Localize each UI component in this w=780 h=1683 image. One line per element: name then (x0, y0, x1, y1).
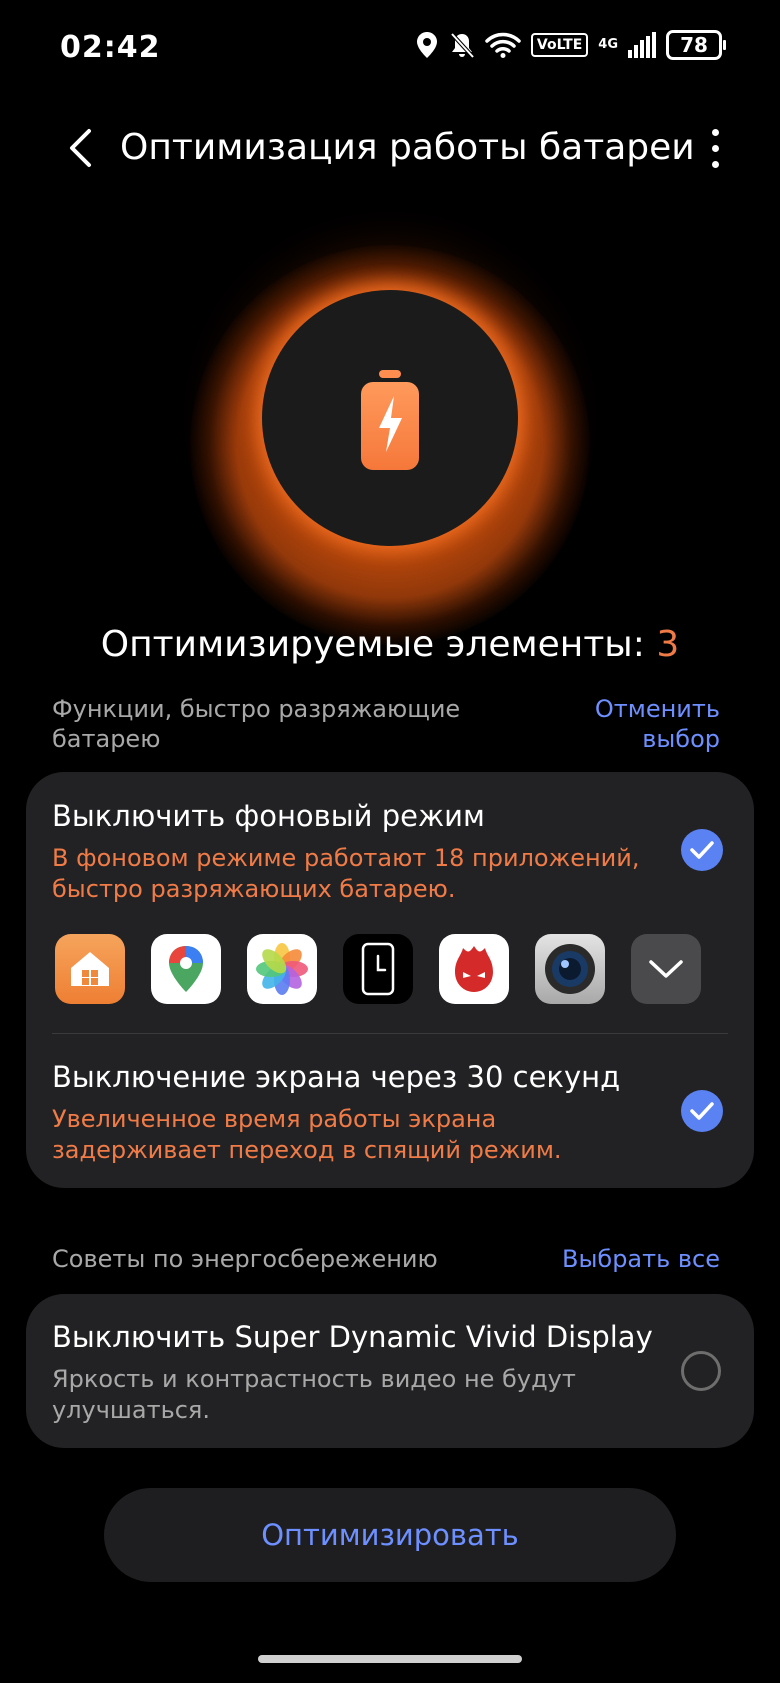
optimizable-count-label: Оптимизируемые элементы: (100, 624, 657, 665)
item-title-screen-timeout: Выключение экрана через 30 секунд (52, 1060, 621, 1094)
check-icon (690, 1102, 714, 1120)
antutu-app-icon[interactable] (439, 934, 509, 1004)
battery-level: 78 (680, 33, 708, 57)
expand-apps-icon[interactable] (631, 934, 701, 1004)
card-divider (52, 1033, 728, 1034)
status-icons: VoLTE 4G 78 (415, 30, 726, 60)
back-button[interactable] (60, 118, 100, 178)
item-desc-vivid-display: Яркость и контрастность видео не будут у… (52, 1365, 576, 1424)
section-label-battery: Функции, быстро разряжающие батарею (52, 695, 461, 753)
back-arrow-icon (70, 129, 91, 167)
page-title: Оптимизация работы батареи (120, 127, 695, 168)
optimize-button[interactable]: Оптимизировать (104, 1488, 676, 1582)
wifi-icon (485, 32, 521, 58)
battery-charging-icon (361, 370, 419, 470)
battery-icon: 78 (666, 30, 726, 60)
photos-app-icon[interactable] (247, 934, 317, 1004)
check-icon (690, 841, 714, 859)
select-all-button[interactable]: Выбрать все (520, 1244, 720, 1274)
more-dot-icon (711, 128, 719, 136)
volte-badge: VoLTE (530, 33, 589, 57)
item-title-background-mode: Выключить фоновый режим (52, 799, 485, 833)
location-icon (416, 32, 437, 58)
home-app-icon[interactable] (55, 934, 125, 1004)
maps-app-icon[interactable] (151, 934, 221, 1004)
item-desc-background-mode: В фоновом режиме работают 18 приложений,… (52, 844, 640, 903)
app-icon-row (55, 934, 701, 1004)
item-title-vivid-display: Выключить Super Dynamic Vivid Display (52, 1320, 653, 1354)
signal-icon (628, 32, 656, 58)
mute-bell-icon (450, 32, 475, 59)
more-dot-icon (711, 160, 719, 168)
status-time: 02:42 (60, 30, 161, 65)
optimizable-count: Оптимизируемые элементы: 3 (0, 620, 780, 670)
deselect-button[interactable]: Отменить выбор (560, 694, 720, 754)
optimizable-count-value: 3 (656, 624, 680, 665)
more-options-button[interactable] (700, 118, 730, 178)
status-bar: 02:42 VoLTE 4G 78 (0, 0, 780, 100)
camera-app-icon[interactable] (535, 934, 605, 1004)
checkbox-background-mode[interactable] (681, 829, 723, 871)
section-label-tips: Советы по энергосбережению (52, 1245, 438, 1273)
more-dot-icon (711, 144, 719, 152)
network-type: 4G (598, 37, 618, 52)
checkbox-vivid-display[interactable] (681, 1351, 721, 1391)
checkbox-screen-timeout[interactable] (681, 1090, 723, 1132)
clock-app-icon[interactable] (343, 934, 413, 1004)
item-desc-screen-timeout: Увеличенное время работы экрана задержив… (52, 1105, 562, 1164)
home-indicator[interactable] (258, 1655, 522, 1663)
